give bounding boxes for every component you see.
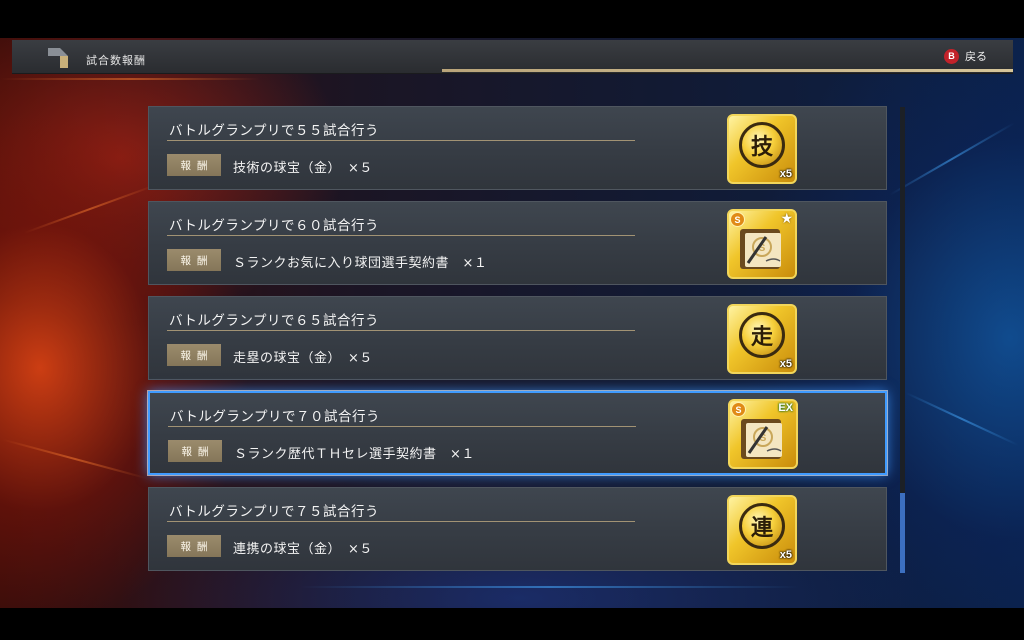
scrollbar[interactable] <box>900 107 905 573</box>
mission-title: バトルグランプリで７０試合行う <box>170 409 380 425</box>
divider <box>167 140 635 141</box>
reward-text: 技術の球宝（金） ×５ <box>233 161 373 176</box>
reward-qty: x5 <box>779 549 792 561</box>
ex-contract-icon: S S EX <box>728 399 798 469</box>
teamwork-gem-icon: 連 x5 <box>727 495 797 565</box>
mission-title: バトルグランプリで５５試合行う <box>169 123 379 139</box>
baserunning-gem-icon: 走 x5 <box>727 304 797 374</box>
coin-kanji: 技 <box>750 134 773 160</box>
letterbox-top <box>0 0 1024 38</box>
divider <box>167 521 635 522</box>
mission-card-selected[interactable]: バトルグランプリで７０試合行う 報酬 Ｓランク歴代ＴＨセレ選手契約書 ×１ S … <box>148 391 887 475</box>
menu-logo-icon <box>48 48 68 68</box>
header-accent-line <box>442 69 1013 72</box>
mission-card[interactable]: バトルグランプリで５５試合行う 報酬 技術の球宝（金） ×５ 技 x5 <box>148 106 887 190</box>
b-button-icon: B <box>944 48 959 64</box>
favorite-contract-icon: S S ★ <box>727 209 797 279</box>
divider <box>168 426 636 427</box>
divider <box>167 330 635 331</box>
reward-tag: 報酬 <box>168 440 222 462</box>
back-button[interactable]: B 戻る <box>944 47 987 65</box>
reward-qty: x5 <box>779 168 792 180</box>
s-rank-badge: S <box>731 402 746 417</box>
reward-tag: 報酬 <box>167 535 221 557</box>
star-icon: ★ <box>780 211 793 227</box>
coin-kanji: 連 <box>750 515 773 541</box>
ex-badge: EX <box>778 402 793 414</box>
back-label: 戻る <box>965 50 987 63</box>
mission-card[interactable]: バトルグランプリで６５試合行う 報酬 走塁の球宝（金） ×５ 走 x5 <box>148 296 887 380</box>
reward-tag: 報酬 <box>167 344 221 366</box>
reward-text: Ｓランクお気に入り球団選手契約書 ×１ <box>233 256 488 271</box>
reward-qty: x5 <box>779 358 792 370</box>
reward-tag: 報酬 <box>167 249 221 271</box>
reward-text: 連携の球宝（金） ×５ <box>233 542 373 557</box>
divider <box>167 235 635 236</box>
page-title: 試合数報酬 <box>86 54 146 67</box>
mission-card[interactable]: バトルグランプリで６０試合行う 報酬 Ｓランクお気に入り球団選手契約書 ×１ S… <box>148 201 887 285</box>
s-rank-badge: S <box>730 212 745 227</box>
reward-tag: 報酬 <box>167 154 221 176</box>
coin-kanji: 走 <box>750 324 773 350</box>
mission-title: バトルグランプリで６０試合行う <box>169 218 379 234</box>
reward-text: Ｓランク歴代ＴＨセレ選手契約書 ×１ <box>234 447 475 462</box>
skill-gem-icon: 技 x5 <box>727 114 797 184</box>
reward-text: 走塁の球宝（金） ×５ <box>233 351 373 366</box>
letterbox-bottom <box>0 608 1024 640</box>
mission-card[interactable]: バトルグランプリで７５試合行う 報酬 連携の球宝（金） ×５ 連 x5 <box>148 487 887 571</box>
mission-title: バトルグランプリで６５試合行う <box>169 313 379 329</box>
mission-title: バトルグランプリで７５試合行う <box>169 504 379 520</box>
scrollbar-thumb[interactable] <box>900 493 905 573</box>
